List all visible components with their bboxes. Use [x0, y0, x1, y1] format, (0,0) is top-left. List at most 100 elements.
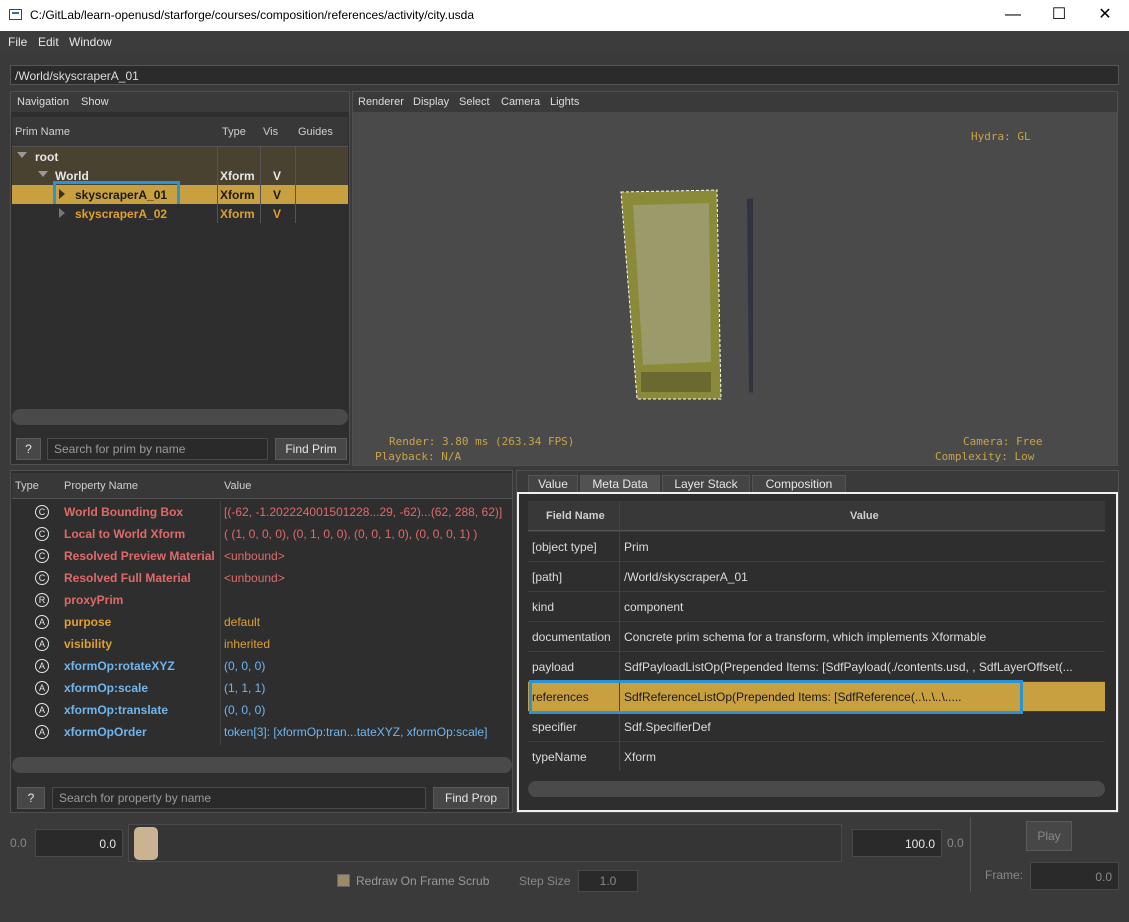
viewport-panel[interactable]: Renderer Display Select Camera Lights Hy…	[352, 91, 1118, 466]
property-row[interactable]: Apurpose default	[12, 611, 512, 633]
find-prim-button[interactable]: Find Prim	[275, 438, 347, 460]
metadata-row[interactable]: kind component	[528, 591, 1105, 621]
menu-camera[interactable]: Camera	[501, 96, 540, 108]
property-rows: C World Bounding Box [(-62, -1.20222400150…	[12, 501, 512, 745]
tree-vis[interactable]: V	[273, 169, 281, 183]
step-size-input[interactable]: 1.0	[578, 870, 638, 892]
col-value[interactable]: Value	[850, 510, 879, 522]
metadata-field-name: [path]	[532, 570, 563, 584]
tree-row-skyscraperA-01[interactable]: skyscraperA_01 Xform V	[12, 181, 348, 208]
prim-horizontal-scrollbar[interactable]	[12, 409, 348, 425]
metadata-field-value: Sdf.SpecifierDef	[624, 720, 711, 734]
metadata-field-name: specifier	[532, 720, 577, 734]
menu-renderer[interactable]: Renderer	[358, 96, 404, 108]
metadata-row[interactable]: [object type] Prim	[528, 531, 1105, 561]
property-type-icon: C	[35, 505, 49, 519]
base-block	[641, 372, 711, 392]
menu-display[interactable]: Display	[413, 96, 449, 108]
menu-edit[interactable]: Edit	[38, 35, 59, 49]
property-row[interactable]: AxformOpOrder token[3]: [xformOp:tran...t…	[12, 721, 512, 743]
camera-label: Camera: Free	[963, 435, 1043, 448]
metadata-rows: [object type] Prim [path] /World/skyscraper…	[528, 531, 1105, 771]
tree-vis[interactable]: V	[273, 188, 281, 202]
column-divider	[260, 147, 261, 223]
property-row[interactable]: C Resolved Preview Material <unbound>	[12, 545, 512, 567]
expand-arrow-icon[interactable]	[38, 171, 48, 177]
frame-slider-handle[interactable]	[134, 827, 158, 860]
property-value: token[3]: [xformOp:tran...tateXYZ, xform…	[224, 725, 488, 739]
tree-row-root[interactable]: root	[12, 147, 348, 166]
menu-select[interactable]: Select	[459, 96, 490, 108]
metadata-row[interactable]: [path] /World/skyscraperA_01	[528, 561, 1105, 591]
menu-lights[interactable]: Lights	[550, 96, 579, 108]
property-value: (1, 1, 1)	[224, 681, 266, 695]
property-type-icon: A	[35, 615, 49, 629]
property-value: ( (1, 0, 0, 0), (0, 1, 0, 0), (0, 0, 1, …	[224, 527, 478, 541]
play-button[interactable]: Play	[1026, 821, 1072, 851]
property-name: xformOp:translate	[64, 703, 169, 717]
property-search-input[interactable]: Search for property by name	[52, 787, 426, 809]
metadata-row[interactable]: typeName Xform	[528, 741, 1105, 771]
tree-type: Xform	[220, 207, 255, 221]
minimize-button[interactable]: —	[990, 0, 1036, 31]
property-row[interactable]: Avisibility inherited	[12, 633, 512, 655]
app-icon	[9, 9, 22, 20]
prim-help-button[interactable]: ?	[16, 438, 41, 460]
collapse-arrow-icon[interactable]	[59, 208, 65, 218]
col-prim-name[interactable]: Prim Name	[15, 126, 70, 138]
metadata-row[interactable]: documentation Concrete prim schema for a …	[528, 621, 1105, 651]
menu-file[interactable]: File	[8, 35, 27, 49]
tree-row-skyscraperA-02[interactable]: skyscraperA_02 Xform V	[12, 204, 348, 223]
col-property-name[interactable]: Property Name	[64, 480, 138, 492]
property-horizontal-scrollbar[interactable]	[12, 757, 512, 773]
menu-show[interactable]: Show	[81, 96, 109, 108]
property-row[interactable]: AxformOp:rotateXYZ (0, 0, 0)	[12, 655, 512, 677]
property-type-icon: A	[35, 637, 49, 651]
menu-window[interactable]: Window	[69, 35, 112, 49]
col-type[interactable]: Type	[15, 480, 39, 492]
tree-label: root	[35, 150, 59, 164]
prim-tree: root World Xform V skyscraperA_01 Xform …	[12, 147, 348, 223]
close-button[interactable]: ✕	[1082, 0, 1128, 31]
prim-path-field[interactable]: /World/skyscraperA_01	[10, 65, 1119, 85]
property-row[interactable]: C World Bounding Box [(-62, -1.20222400150…	[12, 501, 512, 523]
property-value: <unbound>	[224, 549, 285, 563]
property-help-button[interactable]: ?	[17, 787, 45, 809]
skyscraper-render	[620, 189, 753, 400]
frame-slider-track[interactable]	[128, 824, 842, 862]
redraw-checkbox[interactable]	[337, 874, 350, 887]
metadata-row[interactable]: specifier Sdf.SpecifierDef	[528, 711, 1105, 741]
property-value: <unbound>	[224, 571, 285, 585]
prim-table-header: Prim Name Type Vis Guides	[12, 117, 348, 147]
tree-type: Xform	[220, 188, 255, 202]
property-value: (0, 0, 0)	[224, 703, 266, 717]
metadata-field-name: typeName	[532, 750, 587, 764]
metadata-field-name: payload	[532, 660, 575, 674]
expand-arrow-icon[interactable]	[17, 152, 27, 158]
property-name: proxyPrim	[64, 593, 124, 607]
frame-input[interactable]: 0.0	[1030, 862, 1119, 890]
col-guides[interactable]: Guides	[298, 126, 333, 138]
col-vis[interactable]: Vis	[263, 126, 278, 138]
col-field-name[interactable]: Field Name	[546, 510, 605, 522]
metadata-row[interactable]: payload SdfPayloadListOp(Prepended Items:…	[528, 651, 1105, 681]
menu-navigation[interactable]: Navigation	[17, 96, 69, 108]
property-name: Local to World Xform	[64, 527, 186, 541]
col-value[interactable]: Value	[224, 480, 251, 492]
find-prop-button[interactable]: Find Prop	[433, 787, 509, 809]
property-row[interactable]: AxformOp:translate (0, 0, 0)	[12, 699, 512, 721]
property-row[interactable]: AxformOp:scale (1, 1, 1)	[12, 677, 512, 699]
start-frame-input[interactable]: 0.0	[35, 829, 123, 857]
property-type-icon: R	[35, 593, 49, 607]
metadata-field-value: Prim	[624, 540, 649, 554]
property-row[interactable]: C Resolved Full Material <unbound>	[12, 567, 512, 589]
col-type[interactable]: Type	[222, 126, 246, 138]
metadata-horizontal-scrollbar[interactable]	[528, 781, 1105, 797]
property-row[interactable]: RproxyPrim	[12, 589, 512, 611]
end-frame-input[interactable]: 100.0	[852, 829, 942, 857]
tree-vis[interactable]: V	[273, 207, 281, 221]
maximize-button[interactable]: ☐	[1036, 0, 1082, 31]
prim-search-input[interactable]: Search for prim by name	[47, 438, 268, 460]
property-name: Resolved Full Material	[64, 571, 191, 585]
property-row[interactable]: C Local to World Xform ( (1, 0, 0, 0), (0,…	[12, 523, 512, 545]
